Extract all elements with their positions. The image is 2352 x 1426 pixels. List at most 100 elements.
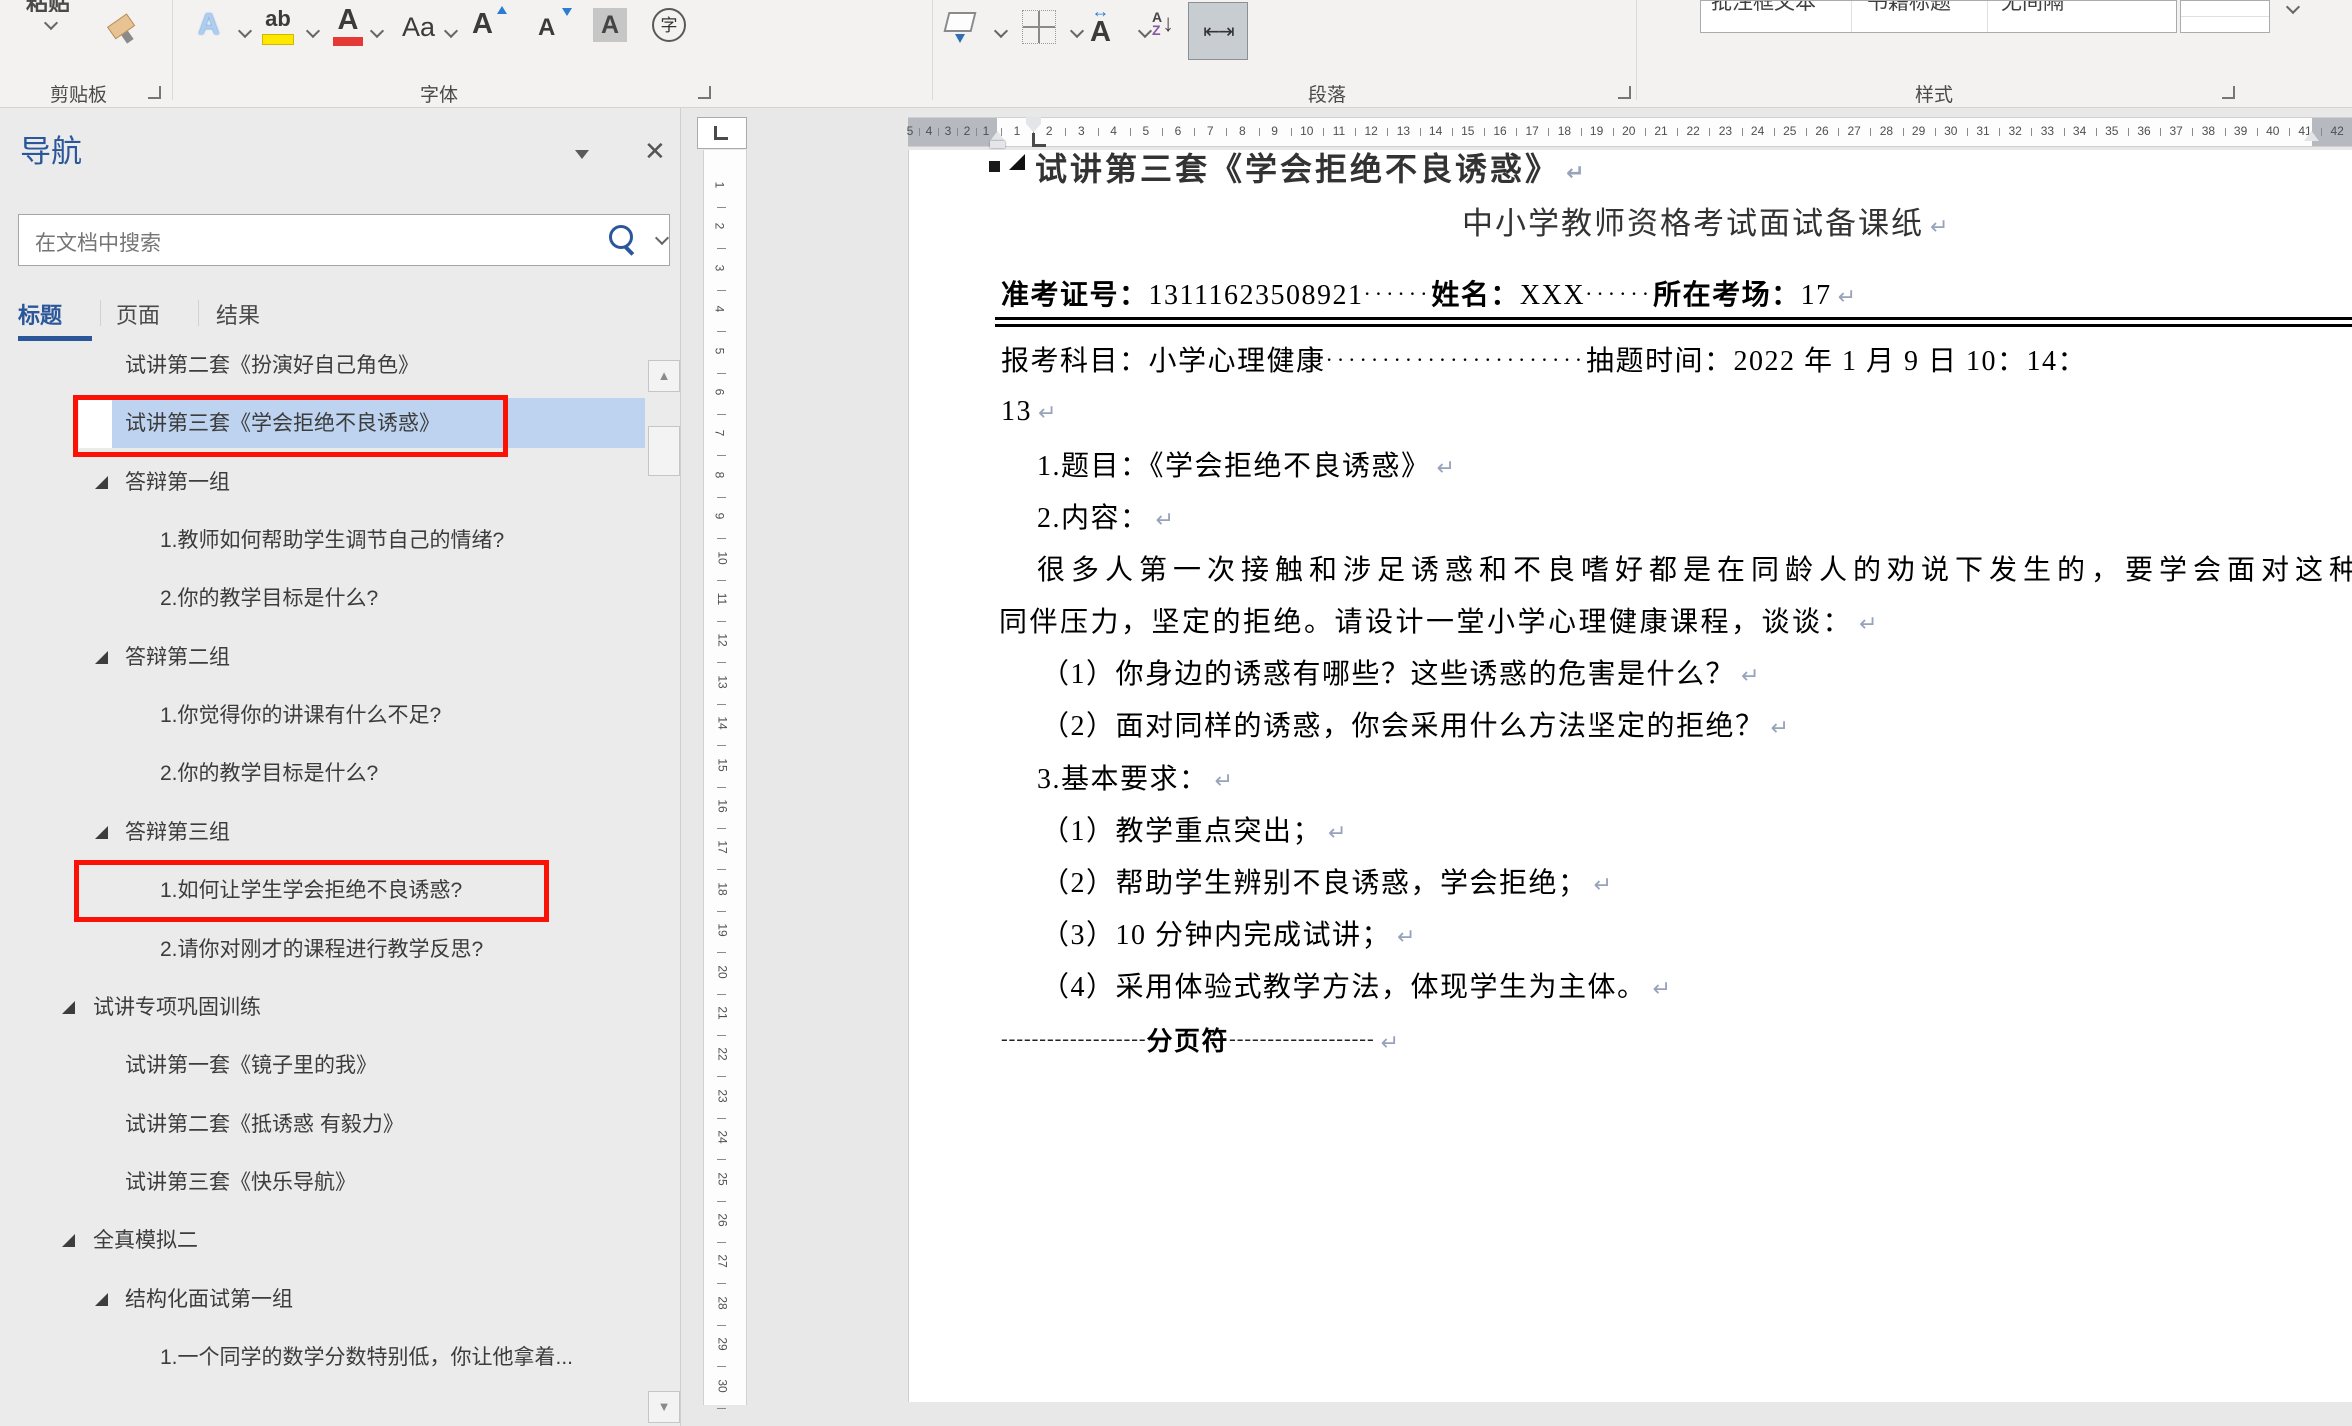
nav-heading-item[interactable]: 1.你觉得你的讲课有什么不足? [0,691,648,741]
tab-headings[interactable]: 标题 [18,298,62,330]
search-icon[interactable] [609,225,633,249]
nav-heading-label: 2.你的教学目标是什么? [160,574,378,624]
style-item[interactable]: 书籍标题 [1867,0,1951,32]
nav-heading-item[interactable]: 1.一个同学的数学分数特别低，你让他拿着... [0,1333,648,1383]
paragraph-mark-icon: ↵ [1038,400,1056,425]
shading-button[interactable] [946,12,974,43]
search-input[interactable]: 在文档中搜索 [18,214,670,266]
change-case-button[interactable]: Aa [402,12,435,43]
show-hide-marks-button[interactable]: ⇤⇥ [1188,2,1248,60]
nav-pane-close-icon[interactable]: ✕ [644,136,666,167]
nav-heading-label: 答辩第三组 [125,808,230,858]
ribbon: 粘贴 剪贴板 A ab A Aa A A A 字 字体 [0,0,2352,108]
character-shading-button[interactable]: A [593,8,627,42]
paragraph-group-label: 段落 [1308,80,1346,107]
paragraph-mark-icon: ↵ [1771,715,1789,740]
collapse-triangle-icon[interactable] [95,476,108,489]
nav-heading-item[interactable]: 1.教师如何帮助学生调节自己的情绪? [0,516,648,566]
style-gallery[interactable]: 批注框文本 书籍标题 无间隔 [1700,0,2177,33]
document-text-line: 很多人第一次接触和涉足诱惑和不良嗜好都是在同龄人的劝说下发生的，要学会面对这种 [1037,554,2352,588]
highlight-dropdown-icon[interactable] [306,24,320,38]
collapse-triangle-icon[interactable] [95,651,108,664]
paste-button[interactable]: 粘贴 [26,0,90,12]
nav-heading-label: 答辩第一组 [125,458,230,508]
nav-scroll-down-button[interactable]: ▼ [648,1391,680,1423]
borders-dropdown-icon[interactable] [1070,24,1084,38]
paragraph-dialog-launcher-icon[interactable] [1618,86,1631,99]
nav-heading-item[interactable]: 答辩第一组 [0,458,648,508]
nav-heading-label: 结构化面试第一组 [125,1275,293,1325]
tab-pages[interactable]: 页面 [116,298,160,330]
nav-heading-item[interactable]: 试讲第二套《抵诱惑 有毅力》 [0,1100,648,1150]
font-color-dropdown-icon[interactable] [370,24,384,38]
document-text-line: （4）采用体验式教学方法，体现学生为主体。↵ [1041,971,1671,1006]
character-spacing-button[interactable]: ↔ A [1090,4,1111,47]
change-case-dropdown-icon[interactable] [444,24,458,38]
document-text-line: 准考证号：13111623508921······姓名：XXX······所在考… [1001,277,1856,314]
change-case-icon: Aa [402,12,435,43]
nav-scroll-up-button[interactable]: ▲ [648,360,680,392]
nav-heading-item[interactable]: 答辩第三组 [0,808,648,858]
nav-heading-label: 1.教师如何帮助学生调节自己的情绪? [160,516,504,566]
grow-font-button[interactable]: A [472,10,493,39]
styles-dialog-launcher-icon[interactable] [2222,86,2235,99]
text-effects-dropdown-icon[interactable] [238,24,252,38]
navigation-title: 导航 [20,126,82,171]
nav-pane-options-icon[interactable] [575,150,589,159]
nav-heading-item[interactable]: 试讲第一套《镜子里的我》 [0,1041,648,1091]
font-color-button[interactable]: A [333,6,363,46]
nav-heading-item[interactable]: 试讲第三套《快乐导航》 [0,1158,648,1208]
collapse-triangle-icon[interactable] [62,1234,75,1247]
paragraph-mark-icon: ↵ [1381,1030,1399,1055]
nav-heading-item[interactable]: 2.请你对刚才的课程进行教学反思? [0,925,648,975]
styles-more-icon[interactable] [2286,0,2300,14]
tab-results[interactable]: 结果 [216,298,260,330]
paragraph-mark-icon: ↵ [1437,455,1455,480]
tab-stop-icon [1032,133,1046,147]
clipboard-group-label: 剪贴板 [50,80,107,107]
nav-heading-item[interactable]: 答辩第二组 [0,633,648,683]
highlight-color-button[interactable]: ab [262,6,294,45]
borders-button[interactable] [1022,10,1056,44]
paragraph-mark-icon: ↵ [1594,872,1612,897]
search-placeholder: 在文档中搜索 [35,227,161,257]
heading-collapse-icon[interactable] [1009,154,1025,170]
nav-heading-item[interactable]: 2.你的教学目标是什么? [0,749,648,799]
document-text-line: 3.基本要求：↵ [1037,763,1233,798]
collapse-triangle-icon[interactable] [95,1293,108,1306]
character-spacing-dropdown-icon[interactable] [1138,24,1152,38]
sort-button[interactable]: A Z ↓ [1152,10,1174,38]
format-painter-button[interactable] [107,13,141,47]
left-indent-marker[interactable] [990,141,1005,148]
style-item[interactable]: 批注框文本 [1711,0,1816,32]
collapse-triangle-icon[interactable] [95,826,108,839]
style-gallery-scroll[interactable] [2180,0,2270,33]
nav-heading-item[interactable]: 试讲专项巩固训练 [0,983,648,1033]
shrink-font-arrow-icon [562,8,572,16]
clipboard-dialog-launcher-icon[interactable] [148,86,161,99]
nav-heading-label: 试讲第二套《扮演好自己角色》 [125,341,419,391]
paste-dropdown-icon[interactable] [44,16,58,30]
tab-selector[interactable] [697,117,747,149]
text-effects-button[interactable]: A [198,10,220,40]
nav-heading-item[interactable]: 2.你的教学目标是什么? [0,574,648,624]
shading-dropdown-icon[interactable] [994,24,1008,38]
nav-scroll-thumb[interactable] [648,426,680,476]
enclose-characters-button[interactable]: 字 [652,8,686,42]
document-page[interactable]: 试讲第三套《学会拒绝不良诱惑》↵ 中小学教师资格考试面试备课纸↵ 准考证号：13… [908,150,2352,1402]
nav-heading-item[interactable]: 结构化面试第一组 [0,1275,648,1325]
nav-heading-item[interactable]: 全真模拟二 [0,1216,648,1266]
document-text-line: （2）帮助学生辨别不良诱惑，学会拒绝；↵ [1041,867,1612,902]
search-dropdown-icon[interactable] [655,231,669,245]
shrink-font-button[interactable]: A [538,14,555,42]
document-text-line: 同伴压力，坚定的拒绝。请设计一堂小学心理健康课程，谈谈：↵ [999,606,1877,641]
nav-heading-item[interactable]: 试讲第二套《扮演好自己角色》 [0,341,648,391]
paragraph-mark-icon: ↵ [1328,820,1346,845]
collapse-triangle-icon[interactable] [62,1001,75,1014]
nav-heading-label: 2.你的教学目标是什么? [160,749,378,799]
document-heading: 试讲第三套《学会拒绝不良诱惑》↵ [1035,150,1584,190]
style-item[interactable]: 无间隔 [2001,0,2064,32]
font-dialog-launcher-icon[interactable] [698,86,711,99]
paragraph-mark-icon: ↵ [1741,663,1759,688]
document-text-line: （2）面对同样的诱惑，你会采用什么方法坚定的拒绝？↵ [1041,710,1789,745]
